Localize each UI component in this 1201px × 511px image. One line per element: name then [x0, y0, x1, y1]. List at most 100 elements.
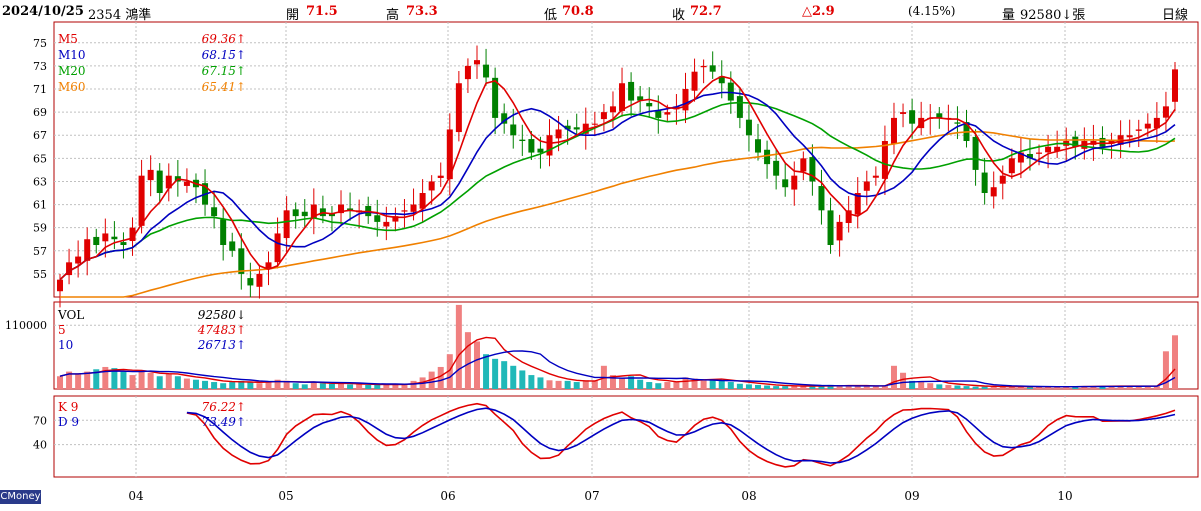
x-tick-label: 10: [1057, 489, 1072, 503]
volume-bar: [75, 373, 82, 389]
volume-bar: [510, 365, 517, 389]
kd-tick-label: 40: [33, 439, 47, 452]
volume-bar: [492, 358, 499, 389]
candle-body: [84, 239, 91, 261]
candle-body: [881, 141, 888, 179]
candle-body: [773, 160, 780, 176]
candle-body: [619, 83, 626, 111]
candle-body: [555, 129, 562, 139]
candle-body: [736, 96, 743, 118]
volume-bar: [727, 382, 734, 389]
candle-body: [519, 139, 526, 142]
ma10-line: [59, 91, 1176, 281]
volume-bar: [347, 384, 354, 389]
volume-bar: [718, 380, 725, 389]
volume-bar: [773, 386, 780, 389]
volume-bar: [138, 370, 145, 389]
candle-body: [537, 148, 544, 153]
volume-bar: [455, 304, 462, 389]
volume-bar: [256, 383, 263, 389]
candle-body: [455, 83, 462, 133]
ma5-line: [59, 75, 1176, 281]
candle-body: [138, 175, 145, 226]
price-tick-label: 69: [33, 106, 47, 119]
candle-body: [827, 210, 834, 246]
volume-bar: [981, 386, 988, 389]
volume-bar: [120, 371, 127, 389]
volume-bar: [646, 382, 653, 389]
volume-bar: [229, 382, 236, 389]
volume-bar: [736, 383, 743, 389]
volume-bar: [900, 372, 907, 389]
price-legend-value: 65.41↑: [202, 80, 246, 94]
candle-body: [238, 248, 245, 274]
price-legend-value: 69.36↑: [202, 32, 246, 46]
volume-bar: [356, 384, 363, 389]
kd-tick-label: 70: [33, 414, 47, 427]
candle-body: [220, 219, 227, 246]
volume-bar: [537, 377, 544, 389]
volume-bar: [483, 354, 490, 389]
candle-body: [764, 149, 771, 165]
volume-bar: [945, 384, 952, 389]
candle-body: [664, 112, 671, 115]
candle-body: [591, 123, 598, 125]
candle-body: [75, 256, 82, 264]
candle-body: [999, 175, 1006, 184]
stock-chart[interactable]: 04 05 06 07 08 09 10 55 57 59 61 63 65 67 69 71 73 75 M5 69…: [0, 0, 1201, 511]
volume-bar: [437, 366, 444, 389]
candle-body: [1126, 135, 1133, 138]
price-tick-label: 67: [33, 129, 47, 142]
volume-bar: [664, 382, 671, 389]
candle-body: [147, 169, 154, 181]
candle-body: [274, 233, 281, 263]
volume-bar: [57, 376, 63, 389]
candle-body: [256, 273, 263, 287]
candle-body: [229, 241, 236, 251]
volume-bar: [247, 382, 254, 389]
volume-bar: [745, 384, 752, 389]
candle-body: [473, 60, 480, 65]
candle-body: [600, 112, 607, 120]
price-tick-label: 65: [33, 152, 47, 165]
price-tick-label: 75: [33, 37, 47, 50]
volume-bar: [410, 380, 417, 389]
price-tick-label: 55: [33, 268, 47, 281]
kd-legend-value: 73.49↑: [202, 415, 246, 429]
volume-bar: [936, 384, 943, 389]
candle-body: [211, 207, 218, 217]
candle-body: [57, 279, 63, 292]
candle-body: [301, 211, 308, 217]
candle-body: [909, 110, 916, 124]
volume-legend-name: 5: [58, 323, 66, 337]
candle-body: [437, 175, 444, 178]
volume-bar: [564, 380, 571, 389]
candle-body: [972, 136, 979, 170]
candle-body: [1045, 146, 1052, 153]
candle-body: [791, 175, 798, 190]
candle-body: [546, 135, 553, 156]
candle-body: [1162, 106, 1169, 118]
candle-body: [93, 236, 100, 246]
price-legend-name: M5: [58, 32, 78, 46]
candle-body: [755, 139, 762, 153]
candle-body: [872, 175, 879, 178]
price-tick-label: 59: [33, 222, 47, 235]
candle-body: [800, 158, 807, 172]
candle-body: [573, 127, 580, 130]
candle-body: [628, 81, 635, 101]
volume-bar: [220, 383, 227, 389]
price-tick-label: 61: [33, 199, 47, 212]
volume-bar: [782, 386, 789, 389]
candle-body: [374, 215, 381, 222]
volume-bar: [383, 384, 390, 389]
d9-line: [186, 407, 1176, 464]
candle-body: [1036, 152, 1043, 154]
volume-legend-value: 47483↑: [197, 323, 246, 337]
x-tick-label: 09: [904, 489, 919, 503]
price-legend-name: M20: [58, 64, 86, 78]
volume-bar: [183, 378, 190, 389]
price-tick-label: 57: [33, 245, 47, 258]
volume-bar: [174, 376, 181, 389]
volume-bar: [573, 382, 580, 389]
